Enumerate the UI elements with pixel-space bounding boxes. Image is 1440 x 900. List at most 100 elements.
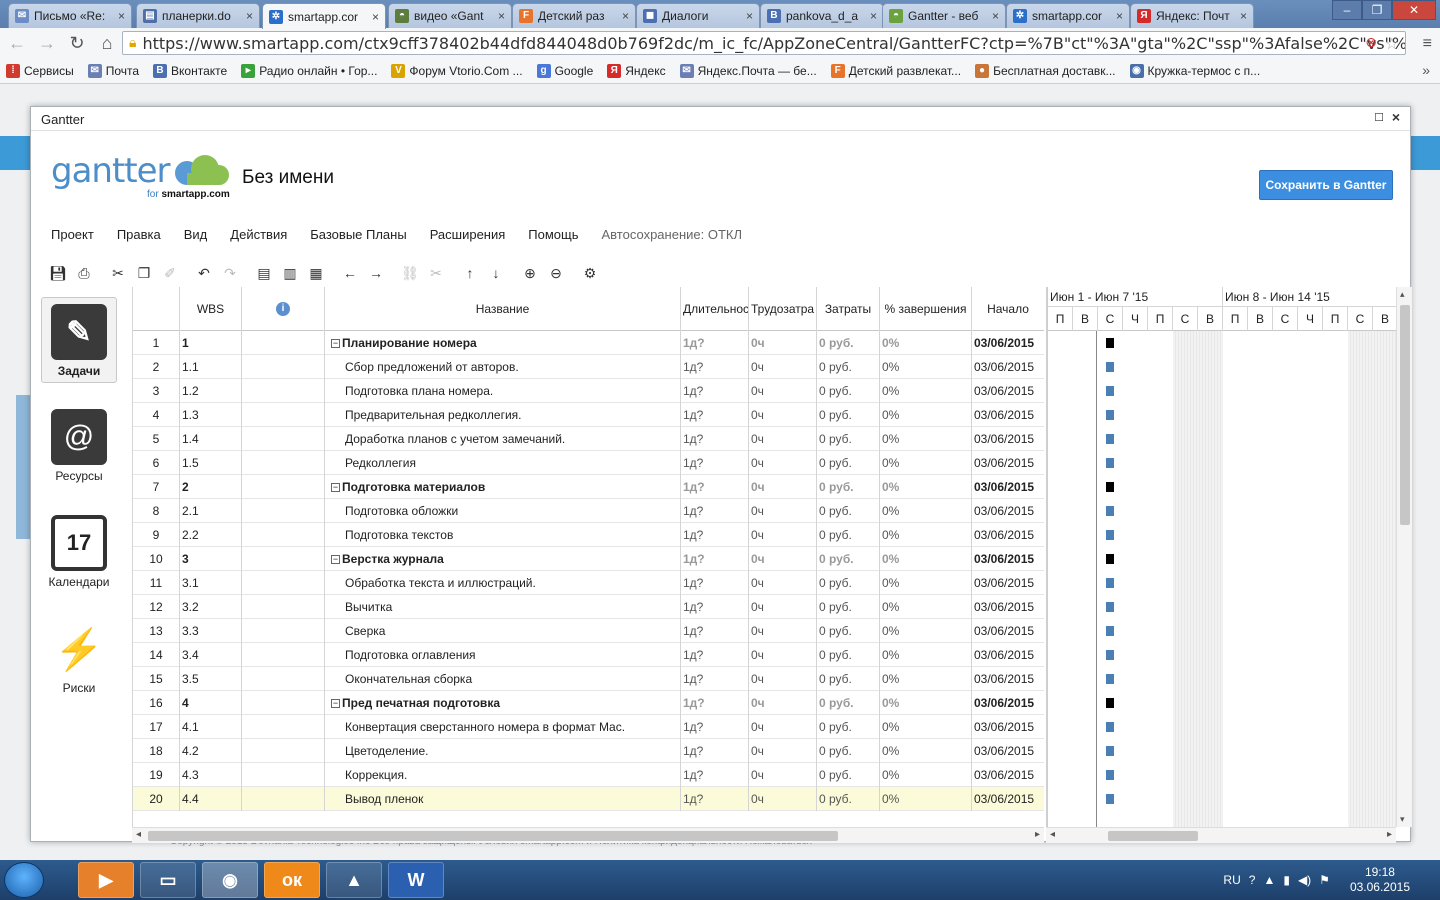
wbs-cell[interactable]: 1.2 bbox=[180, 379, 242, 403]
task-row[interactable]: 2 1.1 Сбор предложений от авторов. 1д? 0ч 0 р… bbox=[133, 355, 1044, 379]
wbs-cell[interactable]: 2 bbox=[180, 475, 242, 499]
start-date-cell[interactable]: 03/06/2015 bbox=[972, 595, 1044, 619]
bookmark-item[interactable]: B Вконтакте bbox=[153, 63, 227, 78]
row-number[interactable]: 5 bbox=[133, 427, 180, 451]
info-cell[interactable] bbox=[242, 787, 325, 811]
row-number[interactable]: 20 bbox=[133, 787, 180, 811]
language-indicator[interactable]: RU bbox=[1223, 873, 1240, 887]
duration-cell[interactable]: 1д? bbox=[681, 571, 749, 595]
header-info[interactable]: i bbox=[242, 287, 325, 331]
task-name-cell[interactable]: Сбор предложений от авторов. bbox=[325, 355, 681, 379]
row-number[interactable]: 10 bbox=[133, 547, 180, 571]
tab-close-icon[interactable]: × bbox=[746, 9, 753, 23]
task-bar[interactable] bbox=[1106, 506, 1114, 516]
bookmark-star-icon[interactable]: ☆ bbox=[1385, 34, 1399, 53]
duration-cell[interactable]: 1д? bbox=[681, 667, 749, 691]
work-cell[interactable]: 0ч bbox=[749, 451, 817, 475]
summary-task-row[interactable]: 16 4− Пред печатная подготовка 1д? 0ч 0 руб. 0… bbox=[133, 691, 1044, 715]
browser-tab[interactable]: Я Яндекс: Почт × bbox=[1130, 3, 1254, 28]
percent-complete-cell[interactable]: 0% bbox=[880, 763, 972, 787]
nav-item[interactable]: @ Ресурсы bbox=[41, 409, 117, 483]
media-player-icon[interactable]: ▶ bbox=[78, 862, 134, 898]
info-cell[interactable] bbox=[242, 427, 325, 451]
task-bar[interactable] bbox=[1106, 722, 1114, 732]
task-row[interactable]: 5 1.4 Доработка планов с учетом замечаний.… bbox=[133, 427, 1044, 451]
percent-complete-cell[interactable]: 0% bbox=[880, 715, 972, 739]
odnoklassniki-icon[interactable]: ок bbox=[264, 862, 320, 898]
work-cell[interactable]: 0ч bbox=[749, 355, 817, 379]
browser-tab[interactable]: ✲ smartapp.cor × bbox=[262, 3, 386, 29]
task-name-cell[interactable]: Коррекция. bbox=[325, 763, 681, 787]
row-number[interactable]: 6 bbox=[133, 451, 180, 475]
row-number[interactable]: 14 bbox=[133, 643, 180, 667]
percent-complete-cell[interactable]: 0% bbox=[880, 547, 972, 571]
task-row[interactable]: 6 1.5 Редколлегия 1д? 0ч 0 руб. 0% 03/06/2015 bbox=[133, 451, 1044, 475]
task-bar[interactable] bbox=[1106, 578, 1114, 588]
start-date-cell[interactable]: 03/06/2015 bbox=[972, 787, 1044, 811]
bookmark-item[interactable]: Я Яндекс bbox=[607, 63, 666, 78]
back-icon[interactable]: ← bbox=[4, 33, 30, 54]
maximize-icon[interactable]: ☐ bbox=[1374, 111, 1384, 124]
header-cost[interactable]: Затраты bbox=[817, 287, 880, 331]
cost-cell[interactable]: 0 руб. bbox=[817, 547, 880, 571]
home-icon[interactable]: ⌂ bbox=[94, 33, 120, 54]
task-row[interactable]: 3 1.2 Подготовка плана номера. 1д? 0ч 0 руб. 0… bbox=[133, 379, 1044, 403]
wbs-cell[interactable]: 4.3 bbox=[180, 763, 242, 787]
cost-cell[interactable]: 0 руб. bbox=[817, 523, 880, 547]
header-wbs[interactable]: WBS bbox=[180, 287, 242, 331]
cost-cell[interactable]: 0 руб. bbox=[817, 763, 880, 787]
bookmark-item[interactable]: g Google bbox=[536, 63, 593, 78]
task-name-cell[interactable]: Вычитка bbox=[325, 595, 681, 619]
wbs-cell[interactable]: 4.4 bbox=[180, 787, 242, 811]
work-cell[interactable]: 0ч bbox=[749, 619, 817, 643]
percent-complete-cell[interactable]: 0% bbox=[880, 475, 972, 499]
task-name-cell[interactable]: Обработка текста и иллюстраций. bbox=[325, 571, 681, 595]
percent-complete-cell[interactable]: 0% bbox=[880, 451, 972, 475]
work-cell[interactable]: 0ч bbox=[749, 547, 817, 571]
work-cell[interactable]: 0ч bbox=[749, 667, 817, 691]
cost-cell[interactable]: 0 руб. bbox=[817, 427, 880, 451]
browser-tab[interactable]: Bpankova_d_a × bbox=[760, 3, 884, 28]
collapse-icon[interactable]: − bbox=[331, 483, 340, 492]
start-date-cell[interactable]: 03/06/2015 bbox=[972, 331, 1044, 355]
wbs-cell[interactable]: 4 bbox=[180, 691, 242, 715]
paste-icon[interactable]: ✐ bbox=[157, 261, 183, 285]
start-date-cell[interactable]: 03/06/2015 bbox=[972, 523, 1044, 547]
row-number[interactable]: 1 bbox=[133, 331, 180, 355]
info-cell[interactable] bbox=[242, 643, 325, 667]
start-date-cell[interactable]: 03/06/2015 bbox=[972, 403, 1044, 427]
header-duration[interactable]: Длительнос bbox=[681, 287, 749, 331]
clock[interactable]: 19:18 03.06.2015 bbox=[1350, 865, 1410, 895]
percent-complete-cell[interactable]: 0% bbox=[880, 787, 972, 811]
percent-complete-cell[interactable]: 0% bbox=[880, 667, 972, 691]
summary-task-row[interactable]: 10 3− Верстка журнала 1д? 0ч 0 руб. 0% 03/06/20… bbox=[133, 547, 1044, 571]
cut-icon[interactable]: ✂ bbox=[105, 261, 131, 285]
task-bar[interactable] bbox=[1106, 434, 1114, 444]
work-cell[interactable]: 0ч bbox=[749, 571, 817, 595]
task-name-cell[interactable]: Подготовка оглавления bbox=[325, 643, 681, 667]
task-name-cell[interactable]: − Подготовка материалов bbox=[325, 475, 681, 499]
autosave-status[interactable]: Автосохранение: ОТКЛ bbox=[602, 227, 742, 242]
flag-icon[interactable]: ⚑ bbox=[1319, 873, 1330, 887]
start-button[interactable] bbox=[4, 862, 44, 898]
header-work[interactable]: Трудозатра bbox=[749, 287, 817, 331]
duration-cell[interactable]: 1д? bbox=[681, 499, 749, 523]
work-cell[interactable]: 0ч bbox=[749, 715, 817, 739]
wbs-cell[interactable]: 3.2 bbox=[180, 595, 242, 619]
browser-tab[interactable]: ✉ Письмо «Re: × bbox=[8, 3, 132, 28]
scroll-thumb[interactable] bbox=[148, 831, 838, 841]
menu-item[interactable]: Правка bbox=[117, 227, 161, 242]
start-date-cell[interactable]: 03/06/2015 bbox=[972, 619, 1044, 643]
duration-cell[interactable]: 1д? bbox=[681, 595, 749, 619]
row-number[interactable]: 8 bbox=[133, 499, 180, 523]
task-bar[interactable] bbox=[1106, 386, 1114, 396]
duration-cell[interactable]: 1д? bbox=[681, 403, 749, 427]
tab-close-icon[interactable]: × bbox=[246, 9, 253, 23]
task-row[interactable]: 9 2.2 Подготовка текстов 1д? 0ч 0 руб. 0% 03/06… bbox=[133, 523, 1044, 547]
duration-cell[interactable]: 1д? bbox=[681, 691, 749, 715]
undo-icon[interactable]: ↶ bbox=[191, 261, 217, 285]
daemon-tools-icon[interactable]: ▲ bbox=[326, 862, 382, 898]
start-date-cell[interactable]: 03/06/2015 bbox=[972, 379, 1044, 403]
zoom-out-icon[interactable]: ⊖ bbox=[543, 261, 569, 285]
blocked-popup-icon[interactable]: ⊗ bbox=[1365, 35, 1377, 51]
